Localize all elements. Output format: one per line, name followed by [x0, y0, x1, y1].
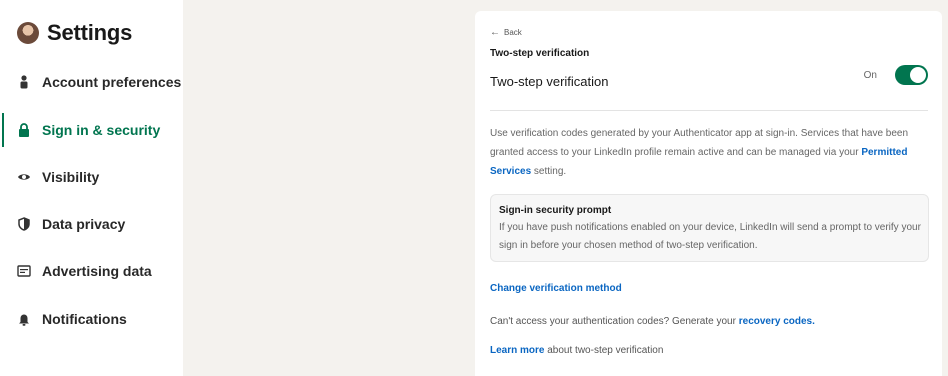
- sidebar-item-account-preferences[interactable]: Account preferences: [0, 64, 183, 100]
- recovery-body: Can't access your authentication codes? …: [490, 316, 739, 327]
- sidebar-item-label: Notifications: [42, 311, 127, 327]
- learn-more-text: Learn more about two-step verification: [490, 345, 663, 356]
- section-title: Two-step verification: [490, 48, 590, 59]
- sidebar-item-data-privacy[interactable]: Data privacy: [0, 206, 183, 242]
- eye-icon: [17, 170, 31, 184]
- active-indicator: [2, 113, 4, 147]
- avatar[interactable]: [17, 22, 39, 44]
- description-tail: setting.: [531, 166, 567, 177]
- sidebar-item-label: Data privacy: [42, 216, 126, 232]
- sidebar-item-label: Advertising data: [42, 263, 152, 279]
- sidebar-item-label: Visibility: [42, 169, 100, 185]
- toggle-knob: [910, 67, 926, 83]
- sidebar-item-label: Account preferences: [42, 74, 182, 90]
- two-step-toggle[interactable]: [895, 65, 928, 85]
- toggle-group: On: [864, 65, 928, 85]
- sidebar-item-label: Sign in & security: [42, 122, 161, 138]
- recovery-codes-link[interactable]: recovery codes.: [739, 316, 815, 327]
- description-text: Use verification codes generated by your…: [490, 124, 930, 181]
- back-label: Back: [504, 28, 522, 37]
- sidebar-header: Settings: [17, 16, 132, 50]
- prompt-title: Sign-in security prompt: [499, 205, 612, 216]
- recovery-codes-text: Can't access your authentication codes? …: [490, 316, 815, 327]
- prompt-text: If you have push notifications enabled o…: [499, 222, 921, 251]
- bell-icon: [17, 312, 31, 326]
- setting-row-title: Two-step verification: [490, 74, 609, 89]
- lock-icon: [17, 123, 31, 137]
- toggle-state-label: On: [863, 69, 877, 81]
- shield-icon: [17, 217, 31, 231]
- arrow-left-icon: ←: [490, 27, 500, 38]
- ad-card-icon: [17, 264, 31, 278]
- sidebar-item-sign-in-security[interactable]: Sign in & security: [0, 112, 183, 148]
- divider: [490, 110, 928, 111]
- sidebar-item-advertising-data[interactable]: Advertising data: [0, 253, 183, 289]
- learn-more-link[interactable]: Learn more: [490, 345, 544, 356]
- sidebar-item-visibility[interactable]: Visibility: [0, 159, 183, 195]
- settings-sidebar: Settings Account preferences Sign in & s…: [0, 0, 183, 376]
- change-verification-method-link[interactable]: Change verification method: [490, 283, 622, 294]
- sidebar-title: Settings: [47, 20, 133, 45]
- learn-more-body: about two-step verification: [544, 345, 664, 356]
- sign-in-prompt-box: Sign-in security prompt If you have push…: [490, 194, 929, 262]
- back-link[interactable]: ← Back: [490, 27, 522, 38]
- sidebar-item-notifications[interactable]: Notifications: [0, 301, 183, 337]
- description-body: Use verification codes generated by your…: [490, 128, 909, 158]
- person-icon: [17, 75, 31, 89]
- two-step-verification-card: ← Back Two-step verification Two-step ve…: [475, 11, 942, 376]
